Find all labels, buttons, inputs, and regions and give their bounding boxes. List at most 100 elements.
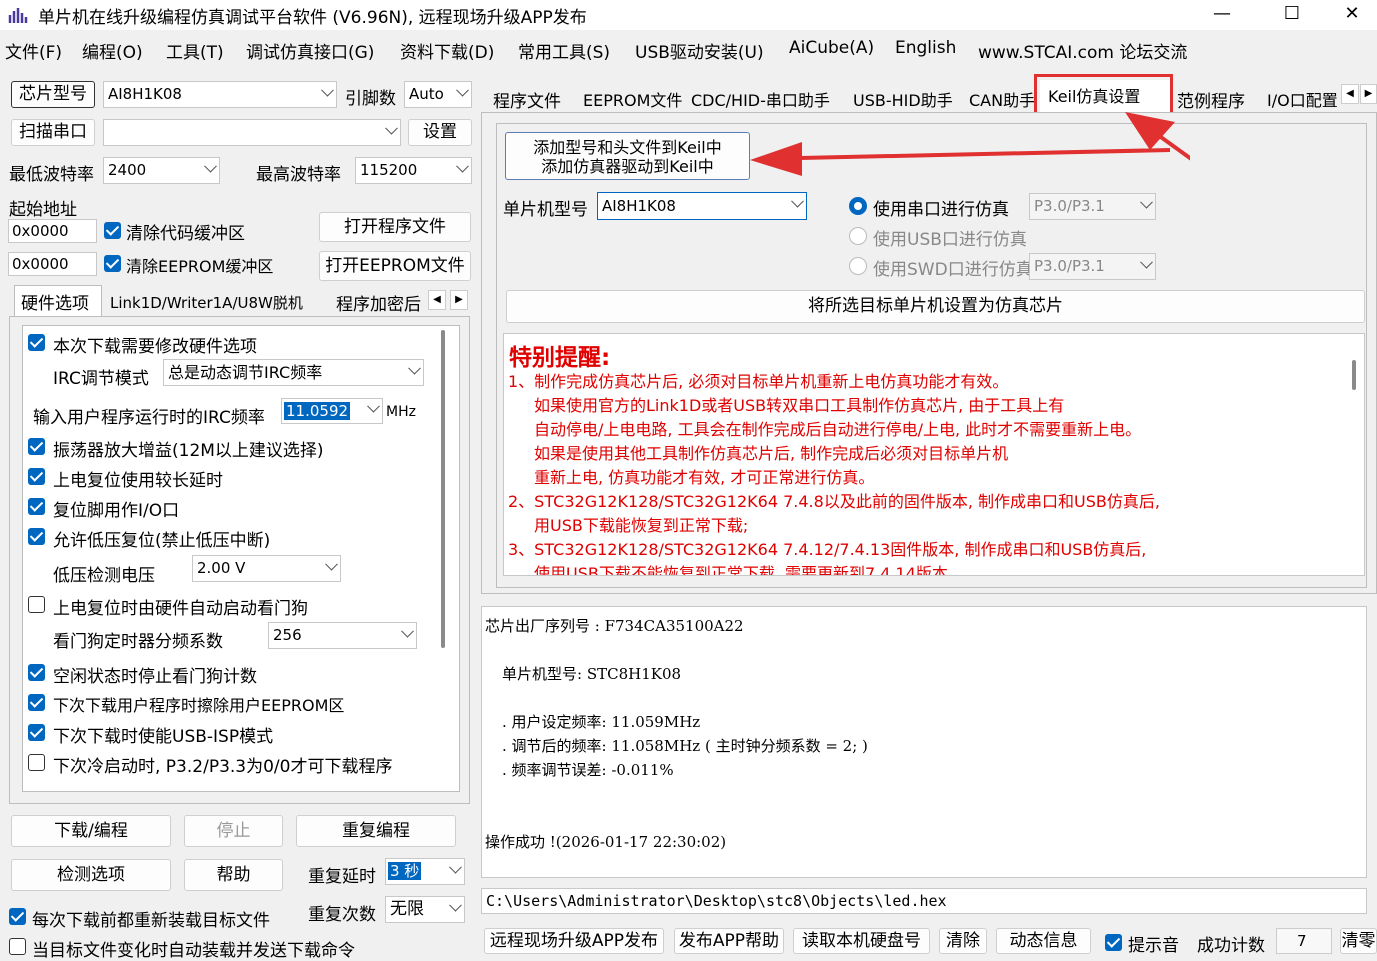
chevron-down-icon (1140, 255, 1153, 269)
reload-checkbox[interactable] (9, 908, 26, 925)
tab-can[interactable]: CAN助手 (969, 87, 1035, 111)
menu-usb-driver[interactable]: USB驱动安装(U) (635, 38, 764, 63)
check-options-button[interactable]: 检测选项 (11, 859, 171, 891)
opt-idle-wdt-checkbox[interactable] (28, 664, 45, 681)
opt-usb-isp-checkbox[interactable] (28, 724, 45, 741)
read-disk-button[interactable]: 读取本机硬盘号 (793, 928, 930, 954)
log-freq-adj: . 调节后的频率: 11.058MHz ( 主时钟分频系数 = 2; ) (502, 737, 868, 755)
notice-line: 1、制作完成仿真芯片后, 必须对目标单片机重新上电仿真功能才有效。 (508, 372, 1009, 391)
tab-io-config[interactable]: I/O口配置 (1267, 87, 1339, 111)
chip-model-value: AI8H1K08 (108, 85, 182, 103)
scan-port-button[interactable]: 扫描串口 (11, 119, 95, 146)
notice-line: 如果使用官方的Link1D或者USB转双串口工具制作仿真芯片, 由于工具上有 (534, 396, 1065, 415)
menu-common-tools[interactable]: 常用工具(S) (518, 38, 610, 63)
menu-tools[interactable]: 工具(T) (166, 38, 224, 63)
opt-modify-hw-checkbox[interactable] (28, 334, 45, 351)
clear-code-checkbox[interactable] (104, 222, 121, 239)
tab-eeprom-file[interactable]: EEPROM文件 (583, 87, 682, 111)
rtab-scroll-left-icon[interactable]: ◀ (1341, 84, 1359, 104)
notice-line: 2、STC32G12K128/STC32G12K64 7.4.8以及此前的固件版… (508, 492, 1160, 511)
radio-swd-sim[interactable] (849, 257, 867, 275)
publish-help-button[interactable]: 发布APP帮助 (674, 928, 784, 954)
irc-mode-label: IRC调节模式 (53, 369, 149, 389)
opt-cold-start-checkbox[interactable] (28, 754, 45, 771)
serial-port-select[interactable]: P3.0/P3.1 (1029, 193, 1156, 220)
rtab-scroll-right-icon[interactable]: ▶ (1360, 84, 1377, 104)
opt-wdt-auto-label: 上电复位时由硬件自动启动看门狗 (53, 599, 308, 619)
options-scrollbar[interactable] (441, 330, 445, 648)
tab-usb-hid[interactable]: USB-HID助手 (853, 87, 953, 111)
opt-long-delay-checkbox[interactable] (28, 468, 45, 485)
opt-gain-checkbox[interactable] (28, 438, 45, 455)
auto-send-checkbox[interactable] (9, 938, 26, 955)
min-baud-select[interactable]: 2400 (103, 157, 220, 184)
chevron-down-icon (456, 83, 469, 97)
minimize-button[interactable]: — (1187, 0, 1257, 30)
opt-lvr-checkbox[interactable] (28, 528, 45, 545)
help-button[interactable]: 帮助 (184, 859, 283, 891)
add-to-keil-button[interactable]: 添加型号和头文件到Keil中 添加仿真器驱动到Keil中 (505, 132, 750, 180)
menu-file[interactable]: 文件(F) (5, 38, 62, 63)
radio-usb-label: 使用USB口进行仿真 (873, 230, 1027, 250)
menu-program[interactable]: 编程(O) (82, 38, 143, 63)
radio-usb-sim[interactable] (849, 227, 867, 245)
download-button[interactable]: 下载/编程 (11, 815, 171, 847)
menu-aicube[interactable]: AiCube(A) (789, 38, 874, 58)
set-sim-chip-button[interactable]: 将所选目标单片机设置为仿真芯片 (506, 290, 1365, 323)
tab-link1d-offline[interactable]: Link1D/Writer1A/U8W脱机 (110, 292, 303, 313)
tab-examples[interactable]: 范例程序 (1177, 87, 1245, 112)
opt-wdt-auto-checkbox[interactable] (28, 596, 45, 613)
addr2-input[interactable]: 0x0000 (8, 252, 97, 276)
menu-debug-interface[interactable]: 调试仿真接口(G) (246, 38, 374, 63)
wdt-div-label: 看门狗定时器分频系数 (53, 632, 223, 652)
min-baud-label: 最低波特率 (9, 165, 94, 185)
auto-send-label: 当目标文件变化时自动装载并发送下载命令 (32, 941, 355, 961)
chevron-down-icon (791, 194, 804, 208)
open-program-button[interactable]: 打开程序文件 (319, 212, 471, 242)
mcu-model-select[interactable]: AI8H1K08 (597, 192, 807, 220)
repeat-count-select[interactable]: 无限 (385, 896, 465, 923)
wdt-div-select[interactable]: 256 (268, 622, 417, 649)
beep-checkbox[interactable] (1105, 934, 1122, 951)
remote-upgrade-button[interactable]: 远程现场升级APP发布 (484, 928, 664, 954)
mcu-model-label: 单片机型号 (503, 200, 588, 220)
menu-forum[interactable]: www.STCAI.com 论坛交流 (978, 38, 1187, 63)
swd-port-select[interactable]: P3.0/P3.1 (1029, 253, 1156, 280)
pins-select[interactable]: Auto (404, 81, 472, 108)
stop-button[interactable]: 停止 (184, 815, 283, 847)
open-eeprom-button[interactable]: 打开EEPROM文件 (319, 251, 471, 281)
tab-hardware-options[interactable]: 硬件选项 (14, 285, 102, 317)
repeat-delay-select[interactable]: 3 秒 (385, 858, 465, 885)
menu-english[interactable]: English (895, 38, 956, 58)
chip-model-select[interactable]: AI8H1K08 (103, 81, 337, 108)
menu-downloads[interactable]: 资料下载(D) (400, 38, 494, 63)
clear-button[interactable]: 清除 (939, 928, 987, 954)
tab-scroll-left-icon[interactable]: ◀ (428, 290, 446, 310)
dynamic-info-button[interactable]: 动态信息 (996, 928, 1091, 954)
opt-erase-eeprom-checkbox[interactable] (28, 694, 45, 711)
irc-freq-select[interactable]: 11.0592 (281, 398, 383, 424)
irc-mode-select[interactable]: 总是动态调节IRC频率 (163, 359, 424, 386)
file-path-field: C:\Users\Administrator\Desktop\stc8\Obje… (481, 888, 1367, 914)
notice-scrollbar[interactable] (1352, 360, 1356, 390)
beep-label: 提示音 (1128, 936, 1179, 956)
close-button[interactable]: ✕ (1327, 0, 1377, 30)
settings-button[interactable]: 设置 (408, 119, 472, 146)
port-select[interactable] (103, 119, 401, 146)
chevron-down-icon (401, 624, 414, 638)
max-baud-select[interactable]: 115200 (355, 157, 472, 184)
opt-reset-io-checkbox[interactable] (28, 498, 45, 515)
lvd-select[interactable]: 2.00 V (192, 555, 341, 582)
success-count-label: 成功计数 (1197, 936, 1265, 956)
addr1-input[interactable]: 0x0000 (8, 219, 97, 243)
tab-program-file[interactable]: 程序文件 (493, 87, 561, 112)
irc-freq-label: 输入用户程序运行时的IRC频率 (33, 408, 265, 428)
maximize-button[interactable]: ☐ (1257, 0, 1327, 30)
tab-cdc-hid[interactable]: CDC/HID-串口助手 (691, 87, 830, 111)
clear-eeprom-checkbox[interactable] (104, 255, 121, 272)
reprogram-button[interactable]: 重复编程 (296, 815, 456, 847)
tab-encryption[interactable]: 程序加密后 (336, 290, 424, 315)
radio-serial-sim[interactable] (849, 197, 867, 215)
tab-scroll-right-icon[interactable]: ▶ (450, 290, 468, 310)
clear-zero-button[interactable]: 清零 (1340, 928, 1377, 954)
